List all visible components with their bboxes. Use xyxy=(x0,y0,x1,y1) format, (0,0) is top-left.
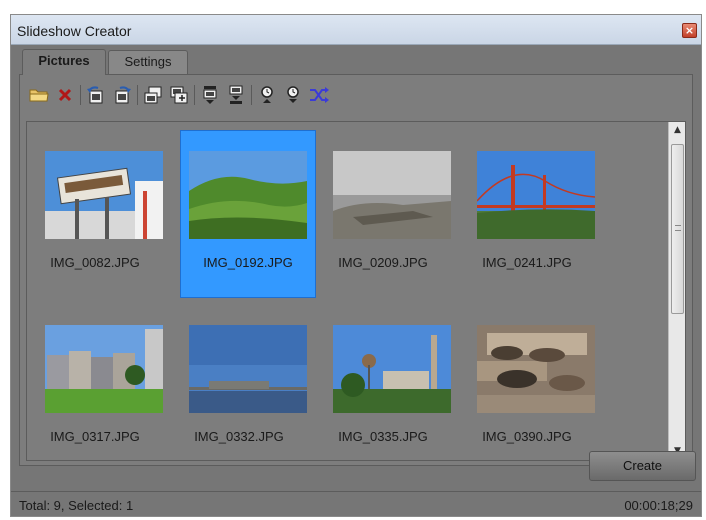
shuffle-icon xyxy=(310,87,329,103)
picture-item[interactable]: IMG_0082.JPG xyxy=(27,131,163,297)
gallery-scrollbar[interactable]: ▲ ▼ xyxy=(668,122,685,460)
picture-name: IMG_0082.JPG xyxy=(50,255,140,270)
scroll-up-arrow[interactable]: ▲ xyxy=(669,122,685,139)
tab-pictures[interactable]: Pictures xyxy=(22,49,106,75)
picture-name: IMG_0241.JPG xyxy=(482,255,572,270)
scrollbar-thumb[interactable] xyxy=(671,144,684,314)
selection-summary: Total: 9, Selected: 1 xyxy=(19,498,134,513)
tab-pictures-label: Pictures xyxy=(38,53,90,68)
rotate-left-icon xyxy=(87,86,103,104)
picture-gallery: IMG_0082.JPG IMG_0192.JPG IMG_0209.JPG I… xyxy=(26,121,686,461)
picture-name: IMG_0192.JPG xyxy=(203,255,293,270)
move-up-button[interactable] xyxy=(142,84,164,106)
picture-item[interactable]: IMG_0209.JPG xyxy=(315,131,451,297)
duration-down-icon xyxy=(287,86,299,103)
picture-name: IMG_0335.JPG xyxy=(338,429,428,444)
picture-item[interactable]: IMG_0317.JPG xyxy=(27,305,163,460)
remove-button[interactable] xyxy=(54,84,76,106)
picture-name: IMG_0317.JPG xyxy=(50,429,140,444)
picture-thumbnail xyxy=(333,325,451,413)
move-down-button[interactable] xyxy=(168,84,190,106)
picture-name: IMG_0209.JPG xyxy=(338,255,428,270)
move-up-icon xyxy=(144,86,162,104)
create-button[interactable]: Create xyxy=(589,451,696,481)
move-first-icon xyxy=(203,86,217,104)
duration-up-button[interactable] xyxy=(256,84,278,106)
toolbar-separator xyxy=(251,85,252,105)
picture-thumbnail xyxy=(477,151,595,239)
picture-thumbnail xyxy=(45,325,163,413)
move-last-icon xyxy=(229,85,243,104)
shuffle-button[interactable] xyxy=(308,84,330,106)
picture-name: IMG_0390.JPG xyxy=(482,429,572,444)
folder-icon xyxy=(29,89,49,102)
picture-thumbnail xyxy=(333,151,451,239)
delete-icon xyxy=(58,88,72,102)
move-down-icon xyxy=(170,86,188,104)
add-pictures-button[interactable] xyxy=(28,84,50,106)
picture-name: IMG_0332.JPG xyxy=(194,429,284,444)
rotate-right-icon xyxy=(115,86,131,104)
move-first-button[interactable] xyxy=(199,84,221,106)
status-bar: Total: 9, Selected: 1 00:00:18;29 xyxy=(11,491,701,516)
picture-thumbnail xyxy=(189,151,307,239)
toolbar-separator xyxy=(194,85,195,105)
picture-item[interactable]: IMG_0241.JPG xyxy=(459,131,595,297)
toolbar-separator xyxy=(137,85,138,105)
picture-thumbnail xyxy=(477,325,595,413)
tab-settings[interactable]: Settings xyxy=(108,50,188,74)
window-title: Slideshow Creator xyxy=(17,23,132,39)
scrollbar-grip xyxy=(675,225,681,231)
duration-down-button[interactable] xyxy=(282,84,304,106)
toolbar xyxy=(28,83,334,107)
move-last-button[interactable] xyxy=(225,84,247,106)
picture-thumbnail xyxy=(45,151,163,239)
toolbar-separator xyxy=(80,85,81,105)
picture-item-selected[interactable]: IMG_0192.JPG xyxy=(180,130,316,298)
slideshow-duration: 00:00:18;29 xyxy=(624,498,693,513)
tab-settings-label: Settings xyxy=(124,54,172,69)
picture-item[interactable]: IMG_0332.JPG xyxy=(171,305,307,460)
picture-thumbnail xyxy=(189,325,307,413)
slideshow-creator-window: Slideshow Creator × Settings Pictures IM… xyxy=(10,14,702,517)
close-icon: × xyxy=(684,24,695,37)
close-button[interactable]: × xyxy=(682,23,697,38)
title-bar: Slideshow Creator × xyxy=(11,15,701,45)
duration-up-icon xyxy=(261,86,273,103)
pictures-panel: IMG_0082.JPG IMG_0192.JPG IMG_0209.JPG I… xyxy=(19,74,693,466)
picture-item[interactable]: IMG_0335.JPG xyxy=(315,305,451,460)
picture-item[interactable]: IMG_0390.JPG xyxy=(459,305,595,460)
rotate-left-button[interactable] xyxy=(85,84,107,106)
rotate-right-button[interactable] xyxy=(111,84,133,106)
